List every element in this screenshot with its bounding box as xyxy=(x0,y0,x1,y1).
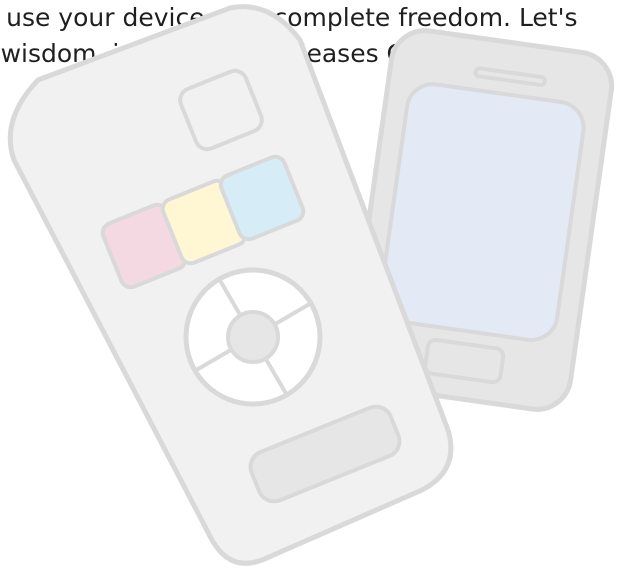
smartphone-icon xyxy=(347,28,615,412)
phone-home-button xyxy=(423,337,506,385)
remote-dpad-center xyxy=(226,310,280,364)
intro-text-line-2: th wisdom, in a way that pleases God. xyxy=(0,39,446,68)
intro-text: an use your device with complete freedom… xyxy=(0,0,636,72)
intro-text-line-1: an use your device with complete freedom… xyxy=(0,3,578,32)
remote-yellow-button xyxy=(160,178,248,266)
remote-red-button xyxy=(100,202,188,290)
phone-screen xyxy=(378,82,586,342)
remote-control-icon xyxy=(7,4,454,566)
remote-dpad xyxy=(183,267,323,407)
remote-top-button xyxy=(178,68,264,152)
remote-bottom-button xyxy=(248,404,402,504)
remote-blue-button xyxy=(218,154,306,242)
devices-illustration xyxy=(7,4,615,566)
page: an use your device with complete freedom… xyxy=(0,0,636,569)
